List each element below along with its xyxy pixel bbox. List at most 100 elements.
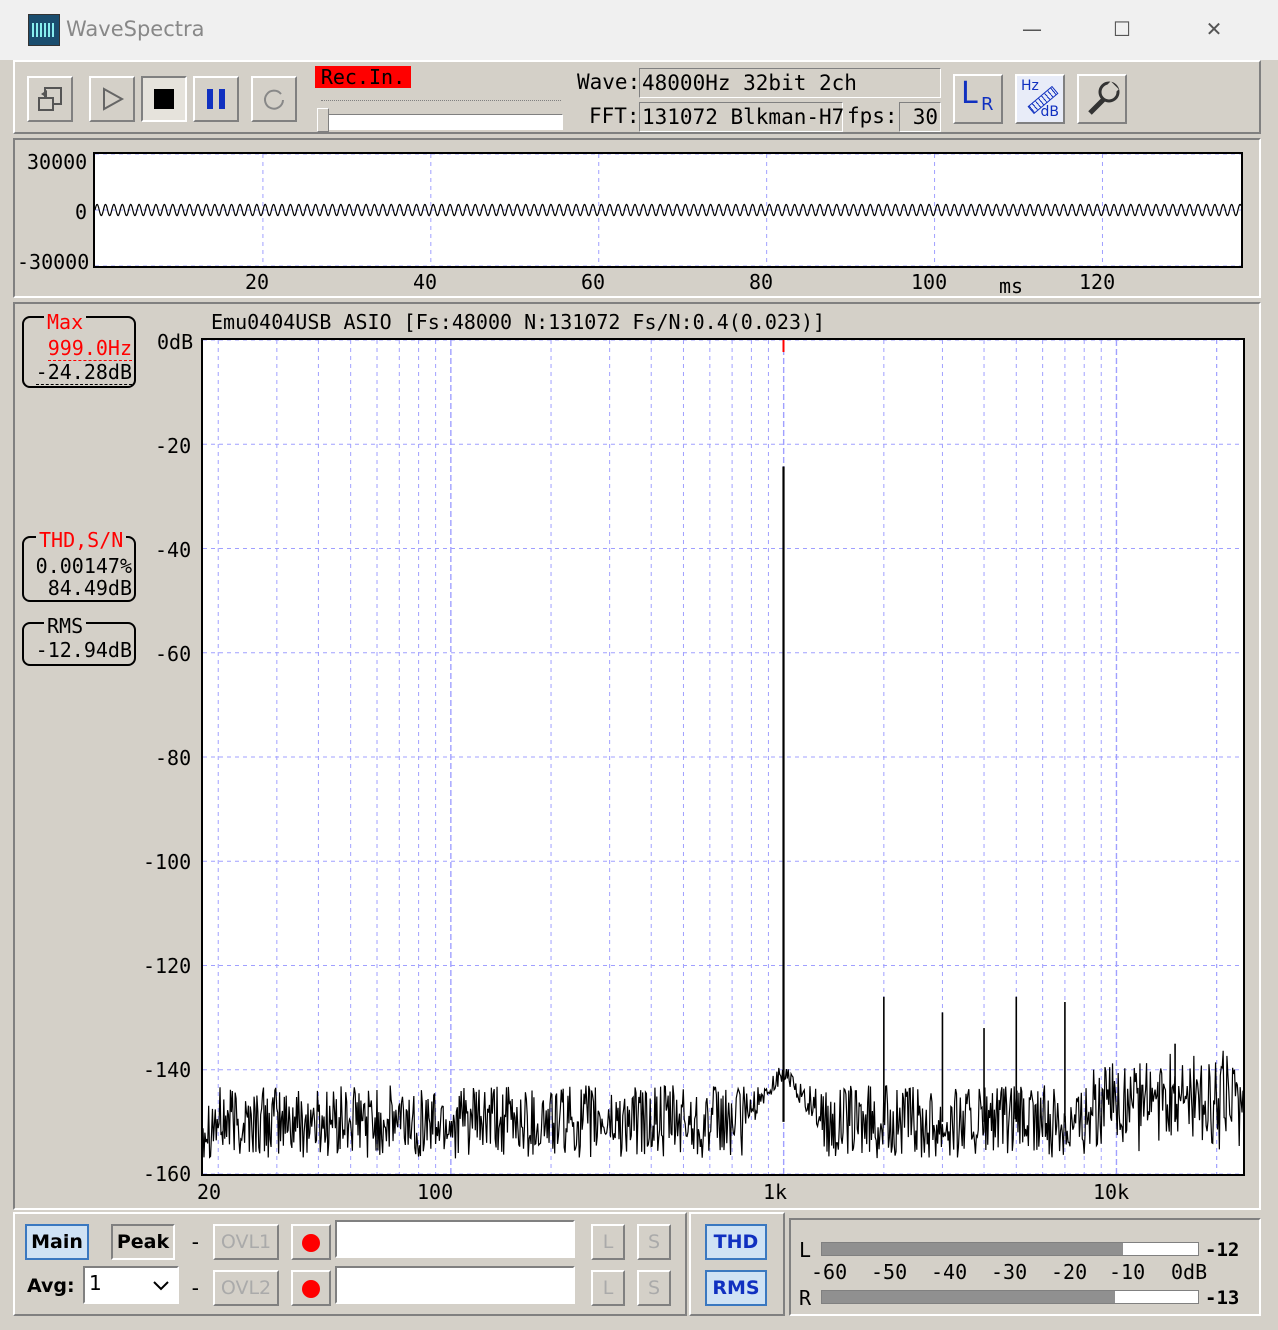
thd-value: 0.00147% — [35, 554, 132, 578]
dash: - — [189, 1230, 202, 1254]
spec-y-tick: -120 — [143, 954, 192, 978]
meter-scale: 0dB — [1171, 1260, 1208, 1284]
wave-x-tick: 40 — [413, 270, 438, 294]
rec-input-label[interactable]: Rec.In. — [315, 66, 411, 88]
wave-format-field: 48000Hz 32bit 2ch — [639, 68, 941, 98]
waveform-trace — [95, 203, 1241, 217]
max-readout: Max 999.0Hz -24.28dB — [22, 310, 136, 388]
ovl1-name-field[interactable] — [335, 1220, 575, 1258]
volume-slider-track[interactable] — [321, 114, 563, 130]
meter-scale: -40 — [931, 1260, 968, 1284]
spec-y-tick: -100 — [143, 850, 192, 874]
app-icon — [28, 14, 60, 46]
hz-db-scale-button[interactable]: Hz dB — [1015, 74, 1065, 124]
max-level: -24.28dB — [35, 360, 132, 385]
meter-r-bar — [821, 1290, 1199, 1304]
avg-select[interactable]: 1 — [83, 1266, 179, 1304]
channel-button[interactable]: L R — [953, 74, 1003, 124]
minimize-button[interactable]: — — [1008, 14, 1056, 44]
slider-ticks — [321, 100, 561, 103]
thd-button[interactable]: THD — [705, 1224, 767, 1260]
spec-x-tick: 1k — [763, 1180, 788, 1204]
wave-y-tick: 30000 — [27, 150, 88, 174]
stop-icon — [154, 89, 174, 109]
peak-button[interactable]: Peak — [111, 1224, 175, 1260]
lr-channel-icon: L R — [961, 76, 994, 115]
open-file-icon — [38, 87, 62, 111]
spectrum-panel: Max 999.0Hz -24.28dB THD,S/N 0.00147% 84… — [13, 302, 1261, 1210]
spec-y-tick: 0dB — [157, 330, 194, 354]
spec-y-tick: -60 — [155, 642, 192, 666]
meter-r-fill — [822, 1291, 1116, 1303]
fps-label: fps: — [847, 104, 898, 128]
wave-y-tick: 0 — [75, 200, 88, 224]
thd-title: THD,S/N — [36, 528, 127, 552]
wrench-icon — [1088, 81, 1120, 115]
spec-y-tick: -140 — [143, 1058, 192, 1082]
spec-x-tick: 10k — [1093, 1180, 1130, 1204]
fft-setting-field: 131072 Blkman-H7 — [639, 102, 844, 132]
level-meter: L -12 -60 -50 -40 -30 -20 -10 0dB R -13 — [789, 1218, 1261, 1316]
volume-slider-thumb[interactable] — [317, 108, 329, 132]
ovl2-button[interactable]: OVL2 — [213, 1270, 279, 1306]
ovl2-record-button[interactable] — [291, 1270, 331, 1306]
spectrum-plot — [201, 338, 1245, 1176]
spec-x-tick: 20 — [197, 1180, 222, 1204]
ovl2-l-button[interactable]: L — [591, 1270, 625, 1306]
waveform-panel: 30000 0 -30000 20 40 60 80 100 ms 120 — [13, 138, 1261, 298]
main-button[interactable]: Main — [25, 1224, 89, 1260]
wave-x-tick: 80 — [749, 270, 774, 294]
thd-sn-readout: THD,S/N 0.00147% 84.49dB — [22, 528, 136, 602]
maximize-button[interactable]: ☐ — [1098, 14, 1146, 44]
open-file-button[interactable] — [27, 76, 73, 122]
ovl1-s-button[interactable]: S — [637, 1224, 671, 1260]
ovl2-s-button[interactable]: S — [637, 1270, 671, 1306]
ovl1-l-button[interactable]: L — [591, 1224, 625, 1260]
meter-l-fill — [822, 1243, 1123, 1255]
ovl1-record-button[interactable] — [291, 1224, 331, 1260]
spec-y-tick: -20 — [155, 434, 192, 458]
wave-label: Wave: — [577, 70, 641, 94]
meter-r-value: -13 — [1205, 1287, 1240, 1309]
hz-db-icon: Hz dB — [1021, 78, 1059, 120]
fps-field: 30 — [899, 102, 941, 132]
pause-button[interactable] — [193, 76, 239, 122]
wave-y-tick: -30000 — [17, 250, 90, 274]
max-title: Max — [44, 310, 87, 334]
meter-l-value: -12 — [1205, 1239, 1240, 1261]
settings-button[interactable] — [1077, 74, 1127, 124]
spec-x-tick: 100 — [417, 1180, 454, 1204]
ovl1-button[interactable]: OVL1 — [213, 1224, 279, 1260]
max-frequency: 999.0Hz — [47, 336, 132, 361]
pause-icon — [207, 89, 225, 109]
sn-value: 84.49dB — [47, 576, 132, 600]
spectrum-header: Emu0404USB ASIO [Fs:48000 N:131072 Fs/N:… — [211, 310, 826, 334]
stop-button[interactable] — [141, 76, 187, 122]
wave-x-tick: 60 — [581, 270, 606, 294]
spec-y-tick: -80 — [155, 746, 192, 770]
wave-x-tick: 120 — [1079, 270, 1116, 294]
ovl2-name-field[interactable] — [335, 1266, 575, 1304]
wave-x-unit: ms — [999, 274, 1024, 298]
wave-x-tick: 20 — [245, 270, 270, 294]
rms-readout: RMS -12.94dB — [22, 614, 136, 666]
spec-y-tick: -40 — [155, 538, 192, 562]
dash: - — [189, 1276, 202, 1300]
bottom-controls: Main Peak - OVL1 L S Avg: 1 - OVL2 L S — [13, 1212, 687, 1316]
play-button[interactable] — [89, 76, 135, 122]
rms-button[interactable]: RMS — [705, 1270, 767, 1306]
loop-button[interactable] — [251, 76, 297, 122]
meter-scale: -50 — [871, 1260, 908, 1284]
spectrum-trace — [203, 1050, 1243, 1159]
meter-l-bar — [821, 1242, 1199, 1256]
title-bar: WaveSpectra — ☐ ✕ — [0, 0, 1278, 60]
meter-scale: -60 — [811, 1260, 848, 1284]
waveform-plot — [93, 152, 1243, 268]
close-button[interactable]: ✕ — [1190, 14, 1238, 44]
record-dot-icon — [302, 1233, 320, 1252]
spectrum-chart — [203, 340, 1243, 1174]
meter-scale: -10 — [1109, 1260, 1146, 1284]
loop-icon — [264, 89, 284, 110]
avg-label: Avg: — [27, 1275, 75, 1297]
rms-title: RMS — [44, 614, 87, 638]
